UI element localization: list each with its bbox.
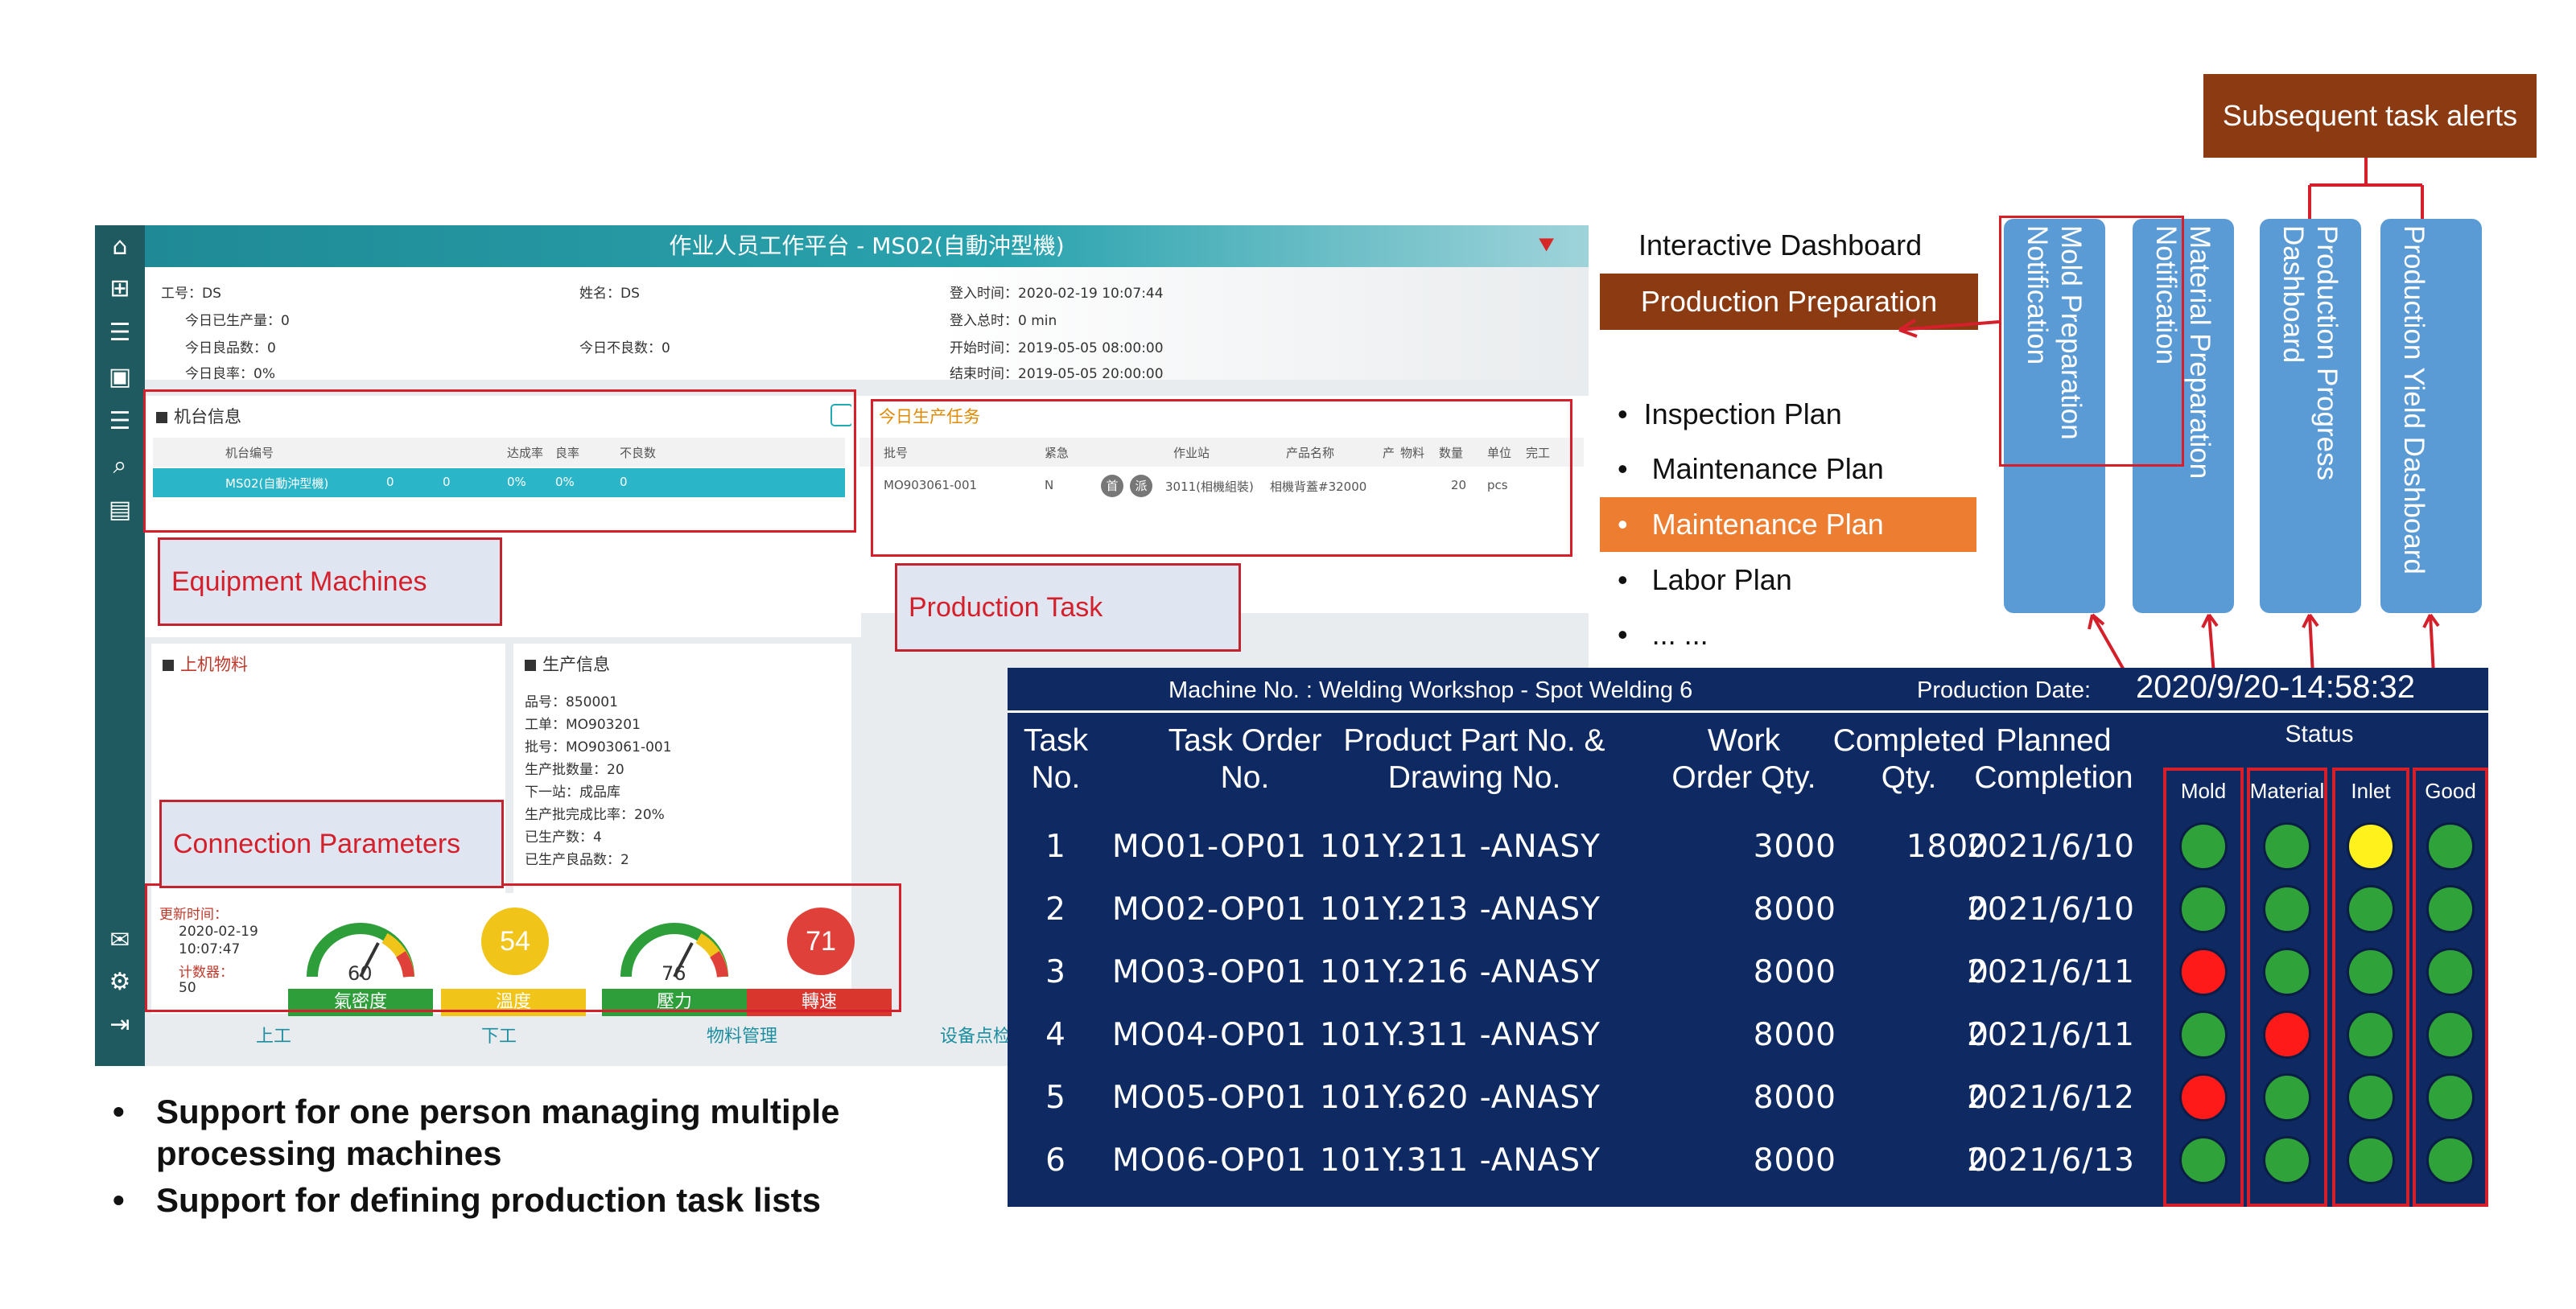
status-light-green bbox=[2426, 885, 2475, 933]
row-task-order: MO01-OP01 bbox=[1112, 829, 1307, 865]
row-task-no: 2 bbox=[1045, 891, 1066, 928]
status-light-green bbox=[2426, 1011, 2475, 1059]
row-part-no: 101Y.311 -ANASY bbox=[1320, 1142, 1601, 1179]
row-task-no: 4 bbox=[1045, 1017, 1066, 1053]
status-light-green bbox=[2347, 948, 2395, 996]
header-task-no: Task No. bbox=[1023, 723, 1089, 795]
row-work-qty: 8000 bbox=[1753, 1080, 1836, 1116]
status-light-green bbox=[2347, 1011, 2395, 1059]
status-light-green bbox=[2263, 1073, 2311, 1122]
status-light-green bbox=[2263, 1136, 2311, 1184]
status-light-green bbox=[2426, 948, 2475, 996]
header-completed: Completed Qty. bbox=[1832, 723, 1985, 795]
row-planned-date: 2021/6/13 bbox=[1967, 1142, 2135, 1179]
status-light-green bbox=[2347, 885, 2395, 933]
header-part-no: Product Part No. & Drawing No. bbox=[1343, 723, 1605, 795]
row-task-no: 1 bbox=[1045, 829, 1066, 865]
row-planned-date: 2021/6/11 bbox=[1967, 954, 2135, 990]
status-light-green bbox=[2426, 1073, 2475, 1122]
status-light-green bbox=[2179, 1011, 2228, 1059]
machine-label: Machine No. : Welding Workshop - Spot We… bbox=[1168, 677, 1693, 703]
status-light-green bbox=[2426, 822, 2475, 871]
status-light-green bbox=[2426, 1136, 2475, 1184]
row-planned-date: 2021/6/10 bbox=[1967, 891, 2135, 928]
status-light-green bbox=[2179, 822, 2228, 871]
prep-arrow-line bbox=[1898, 320, 2000, 331]
status-light-green bbox=[2347, 1073, 2395, 1122]
row-work-qty: 8000 bbox=[1753, 1017, 1836, 1053]
alerts-bracket bbox=[2308, 158, 2424, 219]
status-light-green bbox=[2263, 822, 2311, 871]
status-light-green bbox=[2179, 885, 2228, 933]
row-planned-date: 2021/6/11 bbox=[1967, 1017, 2135, 1053]
row-work-qty: 8000 bbox=[1753, 954, 1836, 990]
row-task-order: MO04-OP01 bbox=[1112, 1017, 1307, 1053]
row-part-no: 101Y.211 -ANASY bbox=[1320, 829, 1601, 865]
row-task-order: MO05-OP01 bbox=[1112, 1080, 1307, 1116]
row-part-no: 101Y.216 -ANASY bbox=[1320, 954, 1601, 990]
production-date-label: Production Date: bbox=[1917, 677, 2092, 703]
row-part-no: 101Y.213 -ANASY bbox=[1320, 891, 1601, 928]
task-status-dashboard: Machine No. : Welding Workshop - Spot We… bbox=[1008, 668, 2488, 1207]
header-work-qty: Work Order Qty. bbox=[1671, 723, 1816, 795]
production-datetime: 2020/9/20-14:58:32 bbox=[2136, 669, 2415, 706]
row-task-order: MO06-OP01 bbox=[1112, 1142, 1307, 1179]
status-light-green bbox=[2179, 1136, 2228, 1184]
status-label: Status bbox=[2285, 721, 2354, 747]
row-task-no: 5 bbox=[1045, 1080, 1066, 1116]
status-light-red bbox=[2179, 1073, 2228, 1122]
row-planned-date: 2021/6/10 bbox=[1967, 829, 2135, 865]
row-task-order: MO03-OP01 bbox=[1112, 954, 1307, 990]
row-work-qty: 8000 bbox=[1753, 1142, 1836, 1179]
status-arrow-heads bbox=[2088, 613, 2440, 630]
status-light-red bbox=[2263, 1011, 2311, 1059]
status-light-green bbox=[2263, 948, 2311, 996]
row-task-no: 3 bbox=[1045, 954, 1066, 990]
row-work-qty: 8000 bbox=[1753, 891, 1836, 928]
row-part-no: 101Y.620 -ANASY bbox=[1320, 1080, 1601, 1116]
row-work-qty: 3000 bbox=[1753, 829, 1836, 865]
row-planned-date: 2021/6/12 bbox=[1967, 1080, 2135, 1116]
header-planned: Planned Completion bbox=[1974, 723, 2133, 795]
status-light-yellow bbox=[2347, 822, 2395, 871]
status-light-green bbox=[2347, 1136, 2395, 1184]
row-task-order: MO02-OP01 bbox=[1112, 891, 1307, 928]
row-task-no: 6 bbox=[1045, 1142, 1066, 1179]
status-light-green bbox=[2263, 885, 2311, 933]
row-part-no: 101Y.311 -ANASY bbox=[1320, 1017, 1601, 1053]
status-light-red bbox=[2179, 948, 2228, 996]
